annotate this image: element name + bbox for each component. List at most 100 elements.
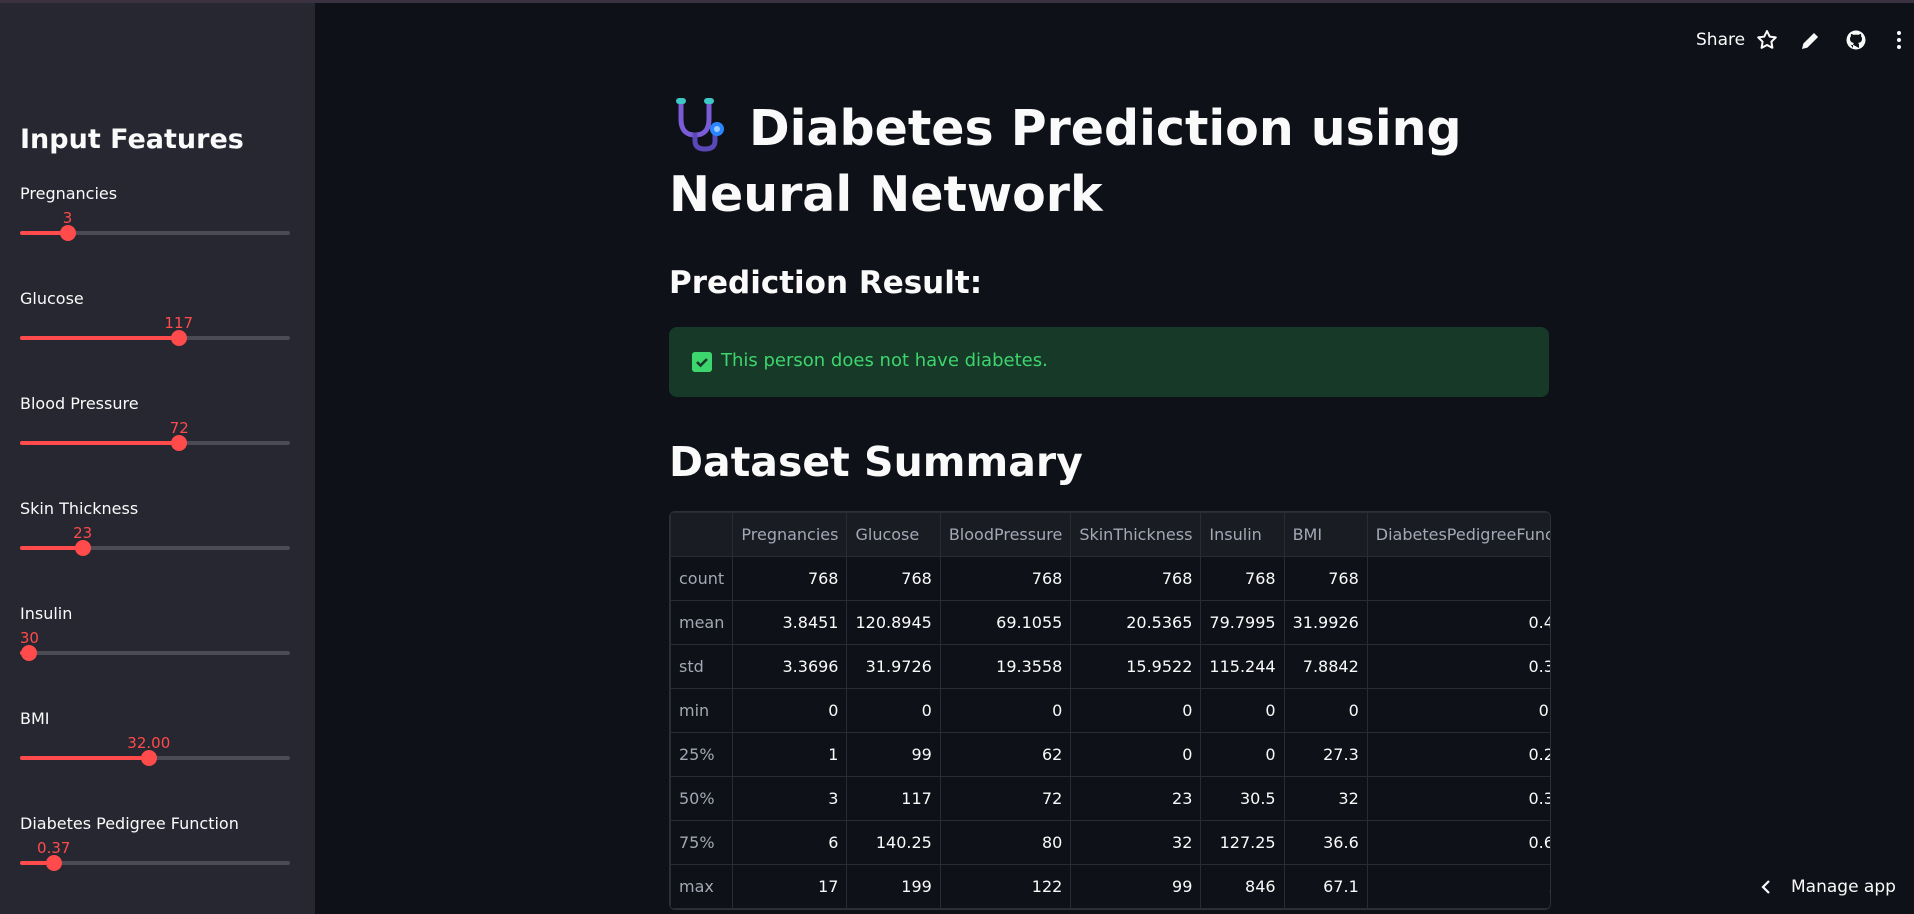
more-vertical-icon[interactable] (1887, 28, 1911, 52)
column-header[interactable]: Glucose (846, 512, 941, 557)
table-cell: 846 (1200, 864, 1285, 909)
table-cell: 3.3696 (732, 644, 848, 689)
slider-thumb[interactable] (45, 855, 62, 871)
success-alert: This person does not have diabetes. (669, 327, 1549, 397)
table-cell: 199 (846, 864, 941, 909)
table-cell: 115.244 (1200, 644, 1285, 689)
table-cell: 0 (846, 688, 941, 733)
slider-label: BMI (20, 709, 50, 728)
table-cell: 19.3558 (939, 644, 1072, 689)
slider-label: Insulin (20, 604, 73, 623)
table-cell: 122 (939, 864, 1072, 909)
table-cell: 120.8945 (846, 600, 941, 645)
column-header[interactable]: Pregnancies (732, 512, 848, 557)
check-box-icon (692, 352, 712, 372)
table-cell: 0.3725 (1366, 776, 1550, 821)
column-header[interactable]: DiabetesPedigreeFunction (1366, 512, 1550, 557)
table-row: 75%6140.258032127.2536.60.6263 (670, 820, 1550, 865)
table-row: 25%199620027.30.2438 (670, 732, 1550, 777)
page-title: Diabetes Prediction using Neural Network (669, 95, 1569, 228)
table-cell: 27.3 (1283, 732, 1368, 777)
table-cell: 31.9726 (846, 644, 941, 689)
sidebar-title: Input Features (20, 124, 244, 155)
table-cell: 0 (1283, 688, 1368, 733)
page-title-text: Diabetes Prediction using Neural Network (669, 100, 1462, 223)
table-cell: 0 (1200, 688, 1285, 733)
column-header[interactable] (670, 512, 734, 557)
table-cell: 127.25 (1200, 820, 1285, 865)
slider-thumb[interactable] (21, 645, 38, 661)
row-label: 75% (670, 820, 734, 865)
table-cell: 768 (846, 556, 941, 601)
share-button[interactable]: Share (1696, 30, 1745, 50)
slider-0[interactable]: Pregnancies 3 (20, 184, 290, 274)
table-cell: 3.8451 (732, 600, 848, 645)
column-header[interactable]: BloodPressure (939, 512, 1072, 557)
slider-label: Skin Thickness (20, 499, 139, 518)
slider-2[interactable]: Blood Pressure 72 (20, 394, 290, 484)
table-cell: 0 (1200, 732, 1285, 777)
slider-track[interactable] (20, 651, 290, 655)
table-cell: 72 (939, 776, 1072, 821)
star-icon[interactable] (1755, 28, 1779, 52)
table-cell: 0 (1070, 688, 1202, 733)
alert-message: This person does not have diabetes. (721, 350, 1048, 371)
slider-6[interactable]: Diabetes Pedigree Function 0.37 (20, 814, 290, 904)
table-row: std 3.3696 31.9726 19.3558 15.9522 115.244 7.8… (670, 644, 1550, 689)
table-cell: 0.3313 (1366, 644, 1550, 689)
table-row: 50%3117722330.5320.3725 (670, 776, 1550, 821)
table-cell: 768 (939, 556, 1072, 601)
slider-thumb[interactable] (170, 330, 187, 346)
dataset-summary-heading: Dataset Summary (669, 438, 1083, 486)
slider-3[interactable]: Skin Thickness 23 (20, 499, 290, 589)
table-cell: 140.25 (846, 820, 941, 865)
table-row: count768768768768768768768 (670, 556, 1550, 601)
slider-thumb[interactable] (74, 540, 91, 556)
pencil-icon[interactable] (1799, 28, 1823, 52)
table-cell: 32 (1070, 820, 1202, 865)
table-cell: 15.9522 (1070, 644, 1202, 689)
slider-1[interactable]: Glucose 117 (20, 289, 290, 379)
slider-fill (20, 756, 149, 760)
table-cell: 69.1055 (939, 600, 1072, 645)
table-cell: 768 (732, 556, 848, 601)
table-cell: 0.6263 (1366, 820, 1550, 865)
manage-app-label: Manage app (1791, 877, 1896, 897)
slider-fill (20, 441, 180, 445)
slider-label: Diabetes Pedigree Function (20, 814, 239, 833)
slider-4[interactable]: Insulin 30 (20, 604, 290, 694)
table-cell: 30.5 (1200, 776, 1285, 821)
table-cell: 0 (732, 688, 848, 733)
row-label: min (670, 688, 734, 733)
table-cell: 0 (939, 688, 1072, 733)
slider-thumb[interactable] (171, 435, 188, 451)
table-header-row: Pregnancies Glucose BloodPressure SkinThick… (670, 512, 1550, 557)
slider-5[interactable]: BMI 32.00 (20, 709, 290, 799)
column-header[interactable]: BMI (1283, 512, 1368, 557)
table-cell: 67.1 (1283, 864, 1368, 909)
table-row: max171991229984667.12.42 (670, 864, 1550, 909)
summary-table[interactable]: Pregnancies Glucose BloodPressure SkinThick… (669, 511, 1551, 910)
table-cell: 768 (1200, 556, 1285, 601)
slider-fill (20, 546, 83, 550)
slider-thumb[interactable] (59, 225, 76, 241)
table-cell: 0.2438 (1366, 732, 1550, 777)
slider-label: Pregnancies (20, 184, 118, 203)
table-cell: 117 (846, 776, 941, 821)
table-cell: 99 (1070, 864, 1202, 909)
slider-fill (20, 336, 179, 340)
row-label: count (670, 556, 734, 601)
stethoscope-icon (676, 98, 724, 152)
table-cell: 23 (1070, 776, 1202, 821)
row-label: mean (670, 600, 734, 645)
manage-app-button[interactable]: Manage app (1755, 876, 1896, 898)
table-cell: 1 (732, 732, 848, 777)
table-cell: 768 (1366, 556, 1550, 601)
row-label: 25% (670, 732, 734, 777)
table-cell: 3 (732, 776, 848, 821)
table-cell: 7.8842 (1283, 644, 1368, 689)
slider-thumb[interactable] (140, 750, 157, 766)
column-header[interactable]: SkinThickness (1070, 512, 1202, 557)
column-header[interactable]: Insulin (1200, 512, 1285, 557)
github-icon[interactable] (1844, 28, 1868, 52)
